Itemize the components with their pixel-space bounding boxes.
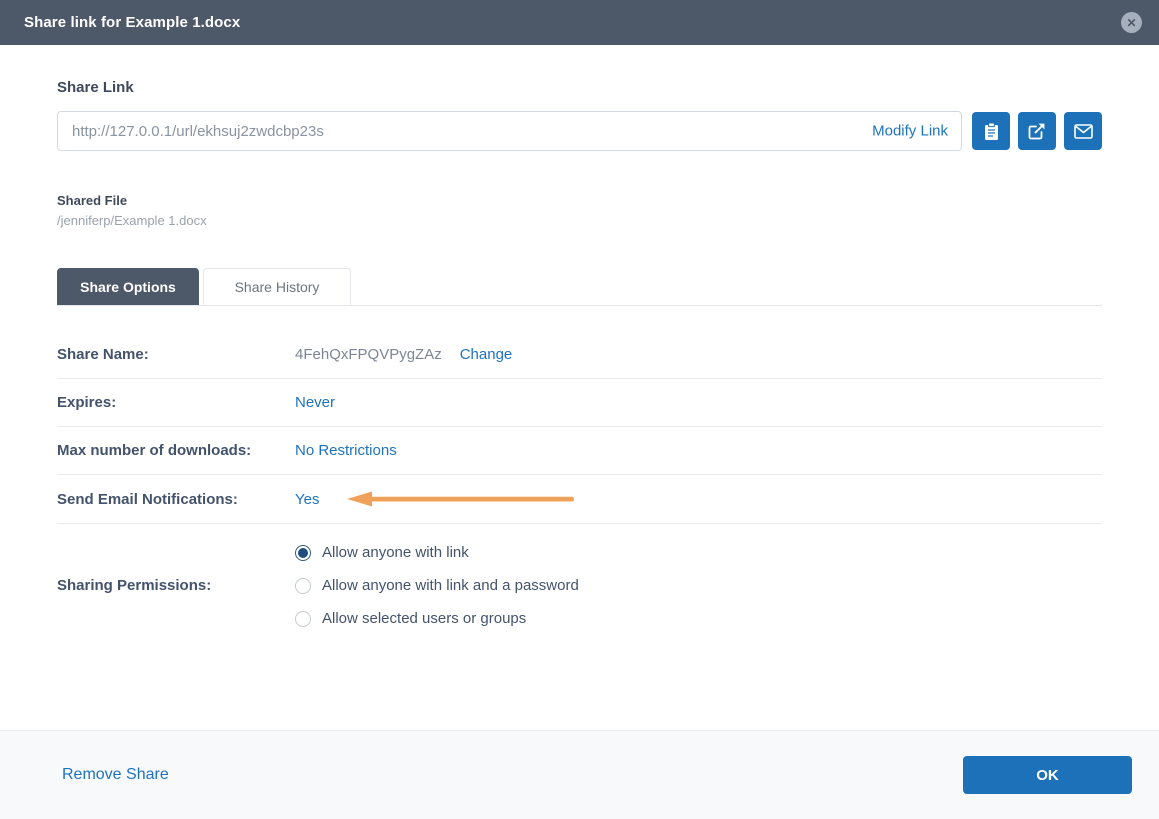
expires-row: Expires: Never xyxy=(57,379,1102,427)
email-notifications-row: Send Email Notifications: Yes xyxy=(57,475,1102,524)
share-link-row: Modify Link xyxy=(57,111,1102,151)
modal-header: Share link for Example 1.docx ✕ xyxy=(0,0,1159,45)
envelope-icon xyxy=(1073,123,1093,139)
sharing-permissions-row: Sharing Permissions: Allow anyone with l… xyxy=(57,524,1102,642)
tab-bar: Share Options Share History xyxy=(57,268,1102,306)
tab-share-options[interactable]: Share Options xyxy=(57,268,199,305)
modal-footer: Remove Share OK xyxy=(0,730,1159,819)
expires-value-link[interactable]: Never xyxy=(295,394,335,411)
radio-allow-selected-users-or-groups[interactable]: Allow selected users or groups xyxy=(295,610,579,627)
radio-label: Allow selected users or groups xyxy=(322,610,527,627)
send-by-email-button[interactable] xyxy=(1064,112,1102,150)
share-url-wrap: Modify Link xyxy=(57,111,962,151)
share-name-label: Share Name: xyxy=(57,346,149,363)
highlight-arrow xyxy=(347,490,575,508)
open-in-new-window-button[interactable] xyxy=(1018,112,1056,150)
ok-button[interactable]: OK xyxy=(963,756,1132,794)
radio-label: Allow anyone with link and a password xyxy=(322,577,579,594)
sharing-permissions-radio-group: Allow anyone with link Allow anyone with… xyxy=(295,544,579,627)
share-link-heading: Share Link xyxy=(57,79,134,96)
shared-file-path: /jenniferp/Example 1.docx xyxy=(57,213,207,228)
modify-link-button[interactable]: Modify Link xyxy=(872,123,948,140)
radio-unselected-icon xyxy=(295,610,311,627)
email-notifications-value-link[interactable]: Yes xyxy=(295,491,319,508)
remove-share-link[interactable]: Remove Share xyxy=(62,766,169,784)
change-share-name-link[interactable]: Change xyxy=(460,346,513,363)
external-link-icon xyxy=(1028,122,1046,140)
share-url-input[interactable] xyxy=(57,111,962,151)
modal-title: Share link for Example 1.docx xyxy=(24,14,241,31)
max-downloads-label: Max number of downloads: xyxy=(57,442,252,459)
max-downloads-value-link[interactable]: No Restrictions xyxy=(295,442,397,459)
tab-share-history[interactable]: Share History xyxy=(203,268,351,305)
close-icon[interactable]: ✕ xyxy=(1121,12,1142,33)
clipboard-icon xyxy=(983,122,1000,141)
share-options-panel: Share Name: 4FehQxFPQVPygZAz Change Expi… xyxy=(57,331,1102,642)
email-notifications-label: Send Email Notifications: xyxy=(57,490,238,508)
copy-to-clipboard-button[interactable] xyxy=(972,112,1010,150)
shared-file-heading: Shared File xyxy=(57,193,128,208)
radio-allow-anyone-with-link[interactable]: Allow anyone with link xyxy=(295,544,579,561)
radio-selected-icon xyxy=(295,544,311,561)
radio-allow-anyone-with-link-and-password[interactable]: Allow anyone with link and a password xyxy=(295,577,579,594)
radio-label: Allow anyone with link xyxy=(322,544,469,561)
modal-body: Share Link Modify Link xyxy=(0,79,1159,642)
radio-unselected-icon xyxy=(295,577,311,594)
max-downloads-row: Max number of downloads: No Restrictions xyxy=(57,427,1102,475)
expires-label: Expires: xyxy=(57,394,117,411)
share-name-row: Share Name: 4FehQxFPQVPygZAz Change xyxy=(57,331,1102,379)
share-name-value: 4FehQxFPQVPygZAz xyxy=(295,346,442,363)
shared-file-block: Shared File /jenniferp/Example 1.docx xyxy=(57,193,1102,228)
sharing-permissions-label: Sharing Permissions: xyxy=(57,577,212,594)
